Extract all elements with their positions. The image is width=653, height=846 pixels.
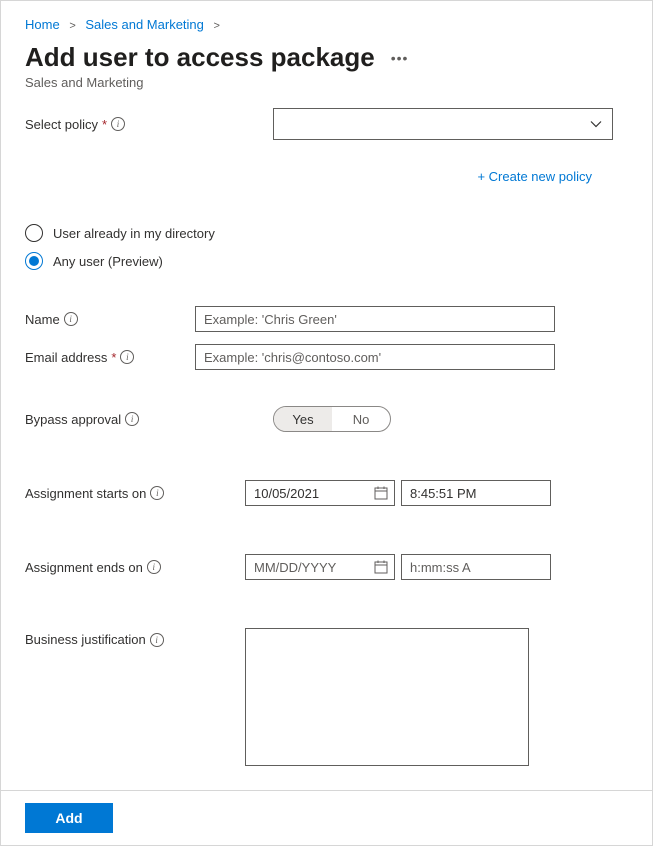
radio-label: User already in my directory — [53, 226, 215, 241]
breadcrumb-sales-marketing[interactable]: Sales and Marketing — [85, 17, 204, 32]
name-label: Name — [25, 312, 60, 327]
page-subtitle: Sales and Marketing — [25, 75, 628, 90]
end-time-input[interactable]: h:mm:ss A — [401, 554, 551, 580]
chevron-right-icon: > — [214, 20, 220, 32]
bypass-approval-toggle[interactable]: Yes No — [273, 406, 391, 432]
assignment-starts-label: Assignment starts on — [25, 486, 146, 501]
info-icon[interactable]: i — [120, 350, 134, 364]
chevron-right-icon: > — [69, 20, 75, 32]
toggle-yes[interactable]: Yes — [274, 407, 332, 431]
select-policy-label: Select policy — [25, 117, 98, 132]
name-input[interactable] — [195, 306, 555, 332]
start-date-value: 10/05/2021 — [254, 486, 319, 501]
end-date-input[interactable]: MM/DD/YYYY — [245, 554, 395, 580]
add-button[interactable]: Add — [25, 803, 113, 833]
start-time-input[interactable]: 8:45:51 PM — [401, 480, 551, 506]
chevron-down-icon — [590, 118, 602, 130]
required-asterisk: * — [111, 350, 116, 365]
radio-user-in-directory[interactable]: User already in my directory — [25, 224, 628, 242]
calendar-icon — [374, 560, 388, 574]
email-label: Email address — [25, 350, 107, 365]
page-title: Add user to access package — [25, 42, 375, 73]
business-justification-label: Business justification — [25, 632, 146, 647]
assignment-ends-label: Assignment ends on — [25, 560, 143, 575]
start-date-input[interactable]: 10/05/2021 — [245, 480, 395, 506]
user-type-radio-group: User already in my directory Any user (P… — [25, 224, 628, 270]
start-time-value: 8:45:51 PM — [410, 486, 477, 501]
info-icon[interactable]: i — [125, 412, 139, 426]
radio-icon — [25, 252, 43, 270]
calendar-icon — [374, 486, 388, 500]
info-icon[interactable]: i — [111, 117, 125, 131]
footer: Add — [1, 790, 652, 845]
create-new-policy-link[interactable]: + Create new policy — [477, 169, 592, 184]
toggle-no[interactable]: No — [332, 407, 390, 431]
required-asterisk: * — [102, 117, 107, 132]
info-icon[interactable]: i — [150, 486, 164, 500]
end-time-placeholder: h:mm:ss A — [410, 560, 471, 575]
radio-icon — [25, 224, 43, 242]
bypass-approval-label: Bypass approval — [25, 412, 121, 427]
more-icon[interactable]: ••• — [391, 50, 409, 66]
radio-label: Any user (Preview) — [53, 254, 163, 269]
radio-any-user[interactable]: Any user (Preview) — [25, 252, 628, 270]
business-justification-textarea[interactable] — [245, 628, 529, 766]
breadcrumb-home[interactable]: Home — [25, 17, 60, 32]
email-input[interactable] — [195, 344, 555, 370]
info-icon[interactable]: i — [64, 312, 78, 326]
end-date-placeholder: MM/DD/YYYY — [254, 560, 336, 575]
select-policy-dropdown[interactable] — [273, 108, 613, 140]
info-icon[interactable]: i — [147, 560, 161, 574]
breadcrumb: Home > Sales and Marketing > — [25, 17, 628, 32]
info-icon[interactable]: i — [150, 633, 164, 647]
